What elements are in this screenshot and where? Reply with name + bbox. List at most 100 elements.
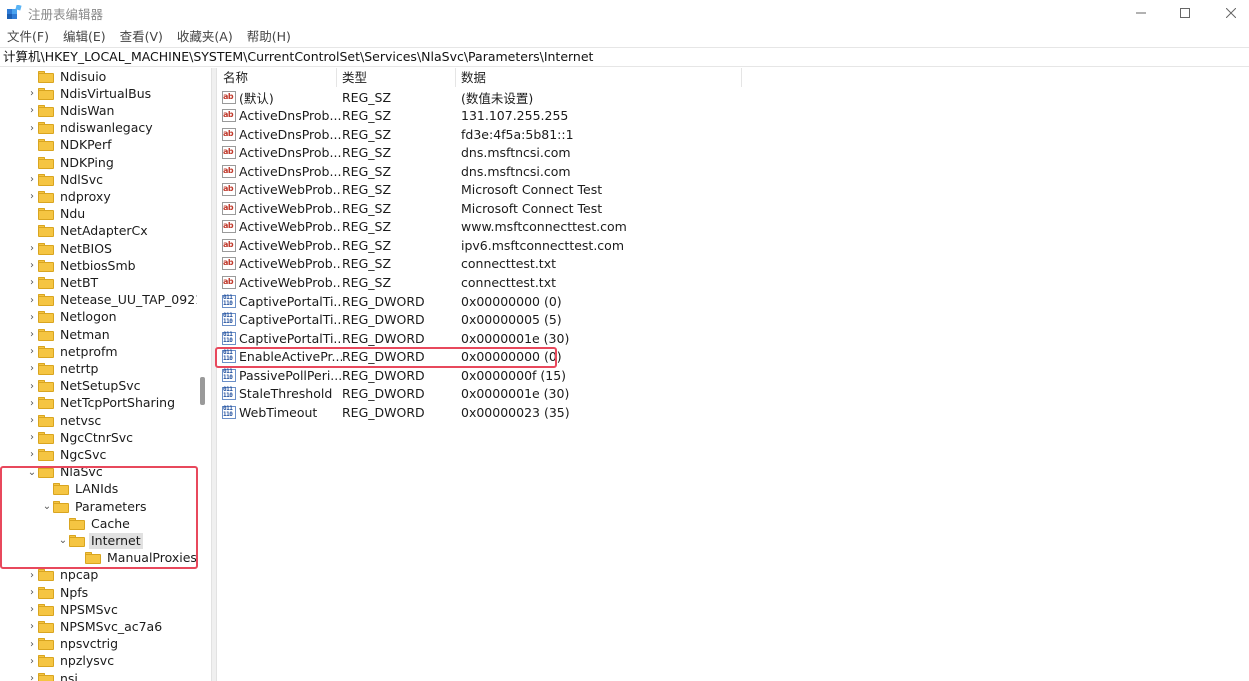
tree-item-label[interactable]: Netease_UU_TAP_0921 (58, 292, 205, 308)
value-row[interactable]: ab ActiveWebProb... REG_SZ ipv6.msftconnect… (218, 236, 761, 254)
value-row[interactable]: 011 110 StaleThreshold REG_DWORD 0x0000001e… (218, 385, 761, 403)
chevron-right-icon[interactable]: › (26, 102, 38, 119)
tree-item[interactable]: › netrtp (26, 360, 101, 377)
tree-item[interactable]: › NetBT (26, 274, 100, 291)
close-button[interactable] (1208, 0, 1249, 26)
chevron-right-icon[interactable]: › (26, 309, 38, 326)
chevron-right-icon[interactable]: › (26, 446, 38, 463)
menu-help[interactable]: 帮助(H) (240, 27, 298, 47)
tree-item-label[interactable]: NetSetupSvc (58, 378, 143, 394)
tree-item[interactable]: › Netman (26, 326, 112, 343)
chevron-right-icon[interactable]: › (26, 584, 38, 601)
tree-item[interactable]: › NetBIOS (26, 240, 114, 257)
column-header-data[interactable]: 数据 (456, 68, 742, 87)
chevron-right-icon[interactable]: › (26, 653, 38, 670)
tree-item-label[interactable]: NetAdapterCx (58, 223, 150, 239)
tree-item[interactable]: › ndproxy (26, 188, 113, 205)
tree-item[interactable]: › npsvctrig (26, 636, 120, 653)
value-row[interactable]: ab ActiveDnsProb... REG_SZ dns.msftncsi.com (218, 144, 761, 162)
tree-item[interactable]: NDKPing (26, 154, 116, 171)
tree-item[interactable]: › NPSMSvc (26, 601, 120, 618)
chevron-right-icon[interactable]: › (26, 601, 38, 618)
tree-item-label[interactable]: npsvctrig (58, 636, 120, 652)
chevron-right-icon[interactable]: › (26, 343, 38, 360)
tree-item-label[interactable]: NetTcpPortSharing (58, 395, 177, 411)
chevron-right-icon[interactable]: › (26, 395, 38, 412)
value-row[interactable]: ab ActiveWebProb... REG_SZ connecttest.txt (218, 274, 761, 292)
column-header-type[interactable]: 类型 (337, 68, 456, 87)
tree-item-label[interactable]: ndiswanlegacy (58, 120, 155, 136)
value-row[interactable]: 011 110 PassivePollPeri... REG_DWORD 0x0000… (218, 366, 761, 384)
value-row[interactable]: ab ActiveWebProb... REG_SZ connecttest.txt (218, 255, 761, 273)
tree-item-label[interactable]: Netman (58, 327, 112, 343)
pane-splitter[interactable] (211, 68, 217, 681)
tree-item[interactable]: › NdisVirtualBus (26, 85, 153, 102)
key-tree[interactable]: Ndisuio › NdisVirtualBus › NdisWan › ndiswanle… (0, 68, 211, 681)
tree-item-label[interactable]: NdisVirtualBus (58, 86, 153, 102)
tree-item-label[interactable]: NPSMSvc (58, 602, 120, 618)
tree-item-label[interactable]: NdisWan (58, 103, 116, 119)
chevron-right-icon[interactable]: › (26, 326, 38, 343)
tree-item[interactable]: › NdlSvc (26, 171, 105, 188)
tree-item-label[interactable]: Npfs (58, 585, 90, 601)
tree-item[interactable]: › NetbiosSmb (26, 257, 138, 274)
tree-item-label[interactable]: NgcCtnrSvc (58, 430, 135, 446)
tree-item[interactable]: › NdisWan (26, 102, 116, 119)
menu-edit[interactable]: 编辑(E) (56, 27, 113, 47)
tree-item[interactable]: NDKPerf (26, 137, 114, 154)
tree-scrollbar-thumb[interactable] (200, 377, 205, 405)
maximize-button[interactable] (1162, 0, 1208, 26)
value-row[interactable]: 011 110 CaptivePortalTi... REG_DWORD 0x0000… (218, 292, 761, 310)
tree-item[interactable]: › NgcCtnrSvc (26, 429, 135, 446)
tree-item-label[interactable]: nsi (58, 671, 80, 681)
value-row[interactable]: ab ActiveWebProb... REG_SZ www.msftconnectt… (218, 218, 761, 236)
chevron-right-icon[interactable]: › (26, 85, 38, 102)
tree-item-label[interactable]: Netlogon (58, 309, 119, 325)
tree-item-label[interactable]: npzlysvc (58, 653, 116, 669)
tree-item[interactable]: Ndu (26, 206, 87, 223)
chevron-right-icon[interactable]: › (26, 378, 38, 395)
tree-item-label[interactable]: NDKPing (58, 155, 116, 171)
tree-item[interactable]: › NetTcpPortSharing (26, 395, 177, 412)
tree-item-label[interactable]: ndproxy (58, 189, 113, 205)
chevron-right-icon[interactable]: › (26, 618, 38, 635)
chevron-right-icon[interactable]: › (26, 188, 38, 205)
menu-file[interactable]: 文件(F) (0, 27, 56, 47)
chevron-right-icon[interactable]: › (26, 257, 38, 274)
tree-item[interactable]: › npcap (26, 567, 100, 584)
chevron-right-icon[interactable]: › (26, 429, 38, 446)
tree-item[interactable]: › ndiswanlegacy (26, 120, 155, 137)
tree-item-label[interactable]: Ndisuio (58, 69, 108, 85)
tree-scrollbar[interactable] (197, 68, 210, 681)
value-list[interactable]: 名称 类型 数据 ab (默认) REG_SZ (数值未设置) ab ActiveDnsP… (218, 68, 1249, 681)
chevron-right-icon[interactable]: › (26, 240, 38, 257)
chevron-right-icon[interactable]: › (26, 171, 38, 188)
column-header-name[interactable]: 名称 (218, 68, 337, 87)
tree-item[interactable]: › Netease_UU_TAP_0921 (26, 292, 205, 309)
chevron-right-icon[interactable]: › (26, 636, 38, 653)
tree-item-label[interactable]: NetBIOS (58, 241, 114, 257)
tree-item[interactable]: › NPSMSvc_ac7a6 (26, 618, 164, 635)
tree-item-label[interactable]: Ndu (58, 206, 87, 222)
tree-item[interactable]: › Npfs (26, 584, 90, 601)
tree-item-label[interactable]: NgcSvc (58, 447, 108, 463)
tree-item[interactable]: › NgcSvc (26, 446, 108, 463)
chevron-right-icon[interactable]: › (26, 274, 38, 291)
chevron-right-icon[interactable]: › (26, 292, 38, 309)
chevron-right-icon[interactable]: › (26, 120, 38, 137)
tree-item-label[interactable]: NetbiosSmb (58, 258, 138, 274)
tree-item-label[interactable]: NdlSvc (58, 172, 105, 188)
value-row[interactable]: 011 110 CaptivePortalTi... REG_DWORD 0x0000… (218, 329, 761, 347)
tree-item-label[interactable]: NPSMSvc_ac7a6 (58, 619, 164, 635)
value-row[interactable]: ab ActiveDnsProb... REG_SZ dns.msftncsi.com (218, 162, 761, 180)
value-row[interactable]: 011 110 CaptivePortalTi... REG_DWORD 0x0000… (218, 311, 761, 329)
value-row[interactable]: ab ActiveDnsProb... REG_SZ 131.107.255.255 (218, 107, 761, 125)
tree-item-label[interactable]: netrtp (58, 361, 101, 377)
value-row[interactable]: ab ActiveDnsProb... REG_SZ fd3e:4f5a:5b81::… (218, 125, 761, 143)
tree-item-label[interactable]: netvsc (58, 413, 103, 429)
tree-item-label[interactable]: NetBT (58, 275, 100, 291)
value-row[interactable]: ab (默认) REG_SZ (数值未设置) (218, 88, 761, 106)
tree-item[interactable]: NetAdapterCx (26, 223, 150, 240)
tree-item[interactable]: › npzlysvc (26, 653, 116, 670)
tree-item[interactable]: › netvsc (26, 412, 103, 429)
